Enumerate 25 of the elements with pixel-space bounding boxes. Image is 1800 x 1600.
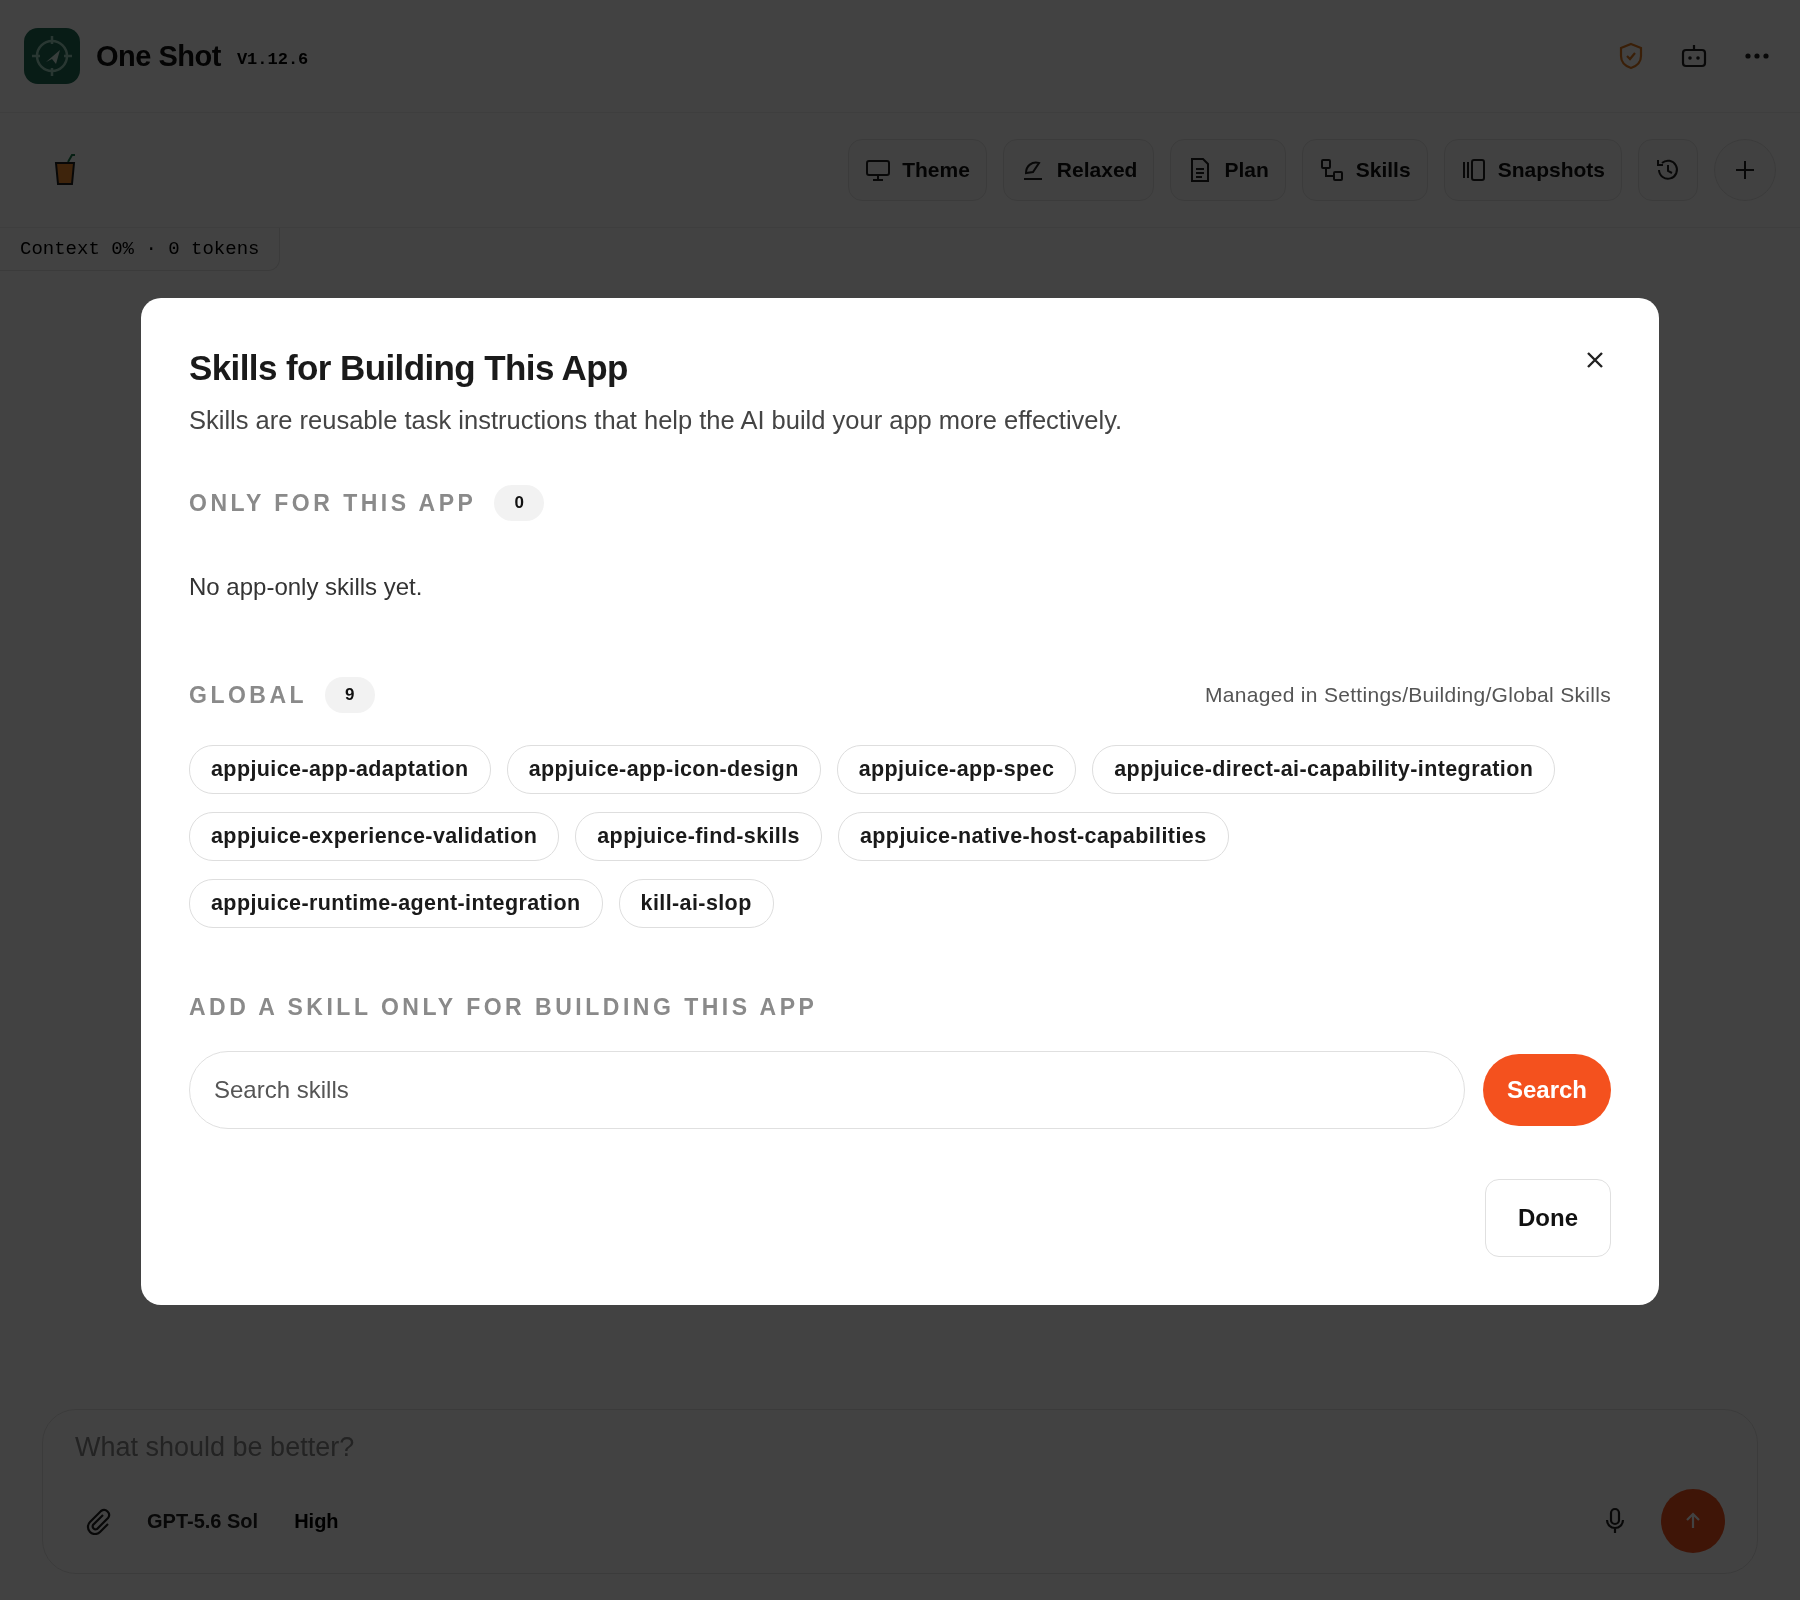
search-button[interactable]: Search [1482,1054,1611,1126]
close-icon [1585,350,1605,370]
dialog-description: Skills are reusable task instructions that help the AI build your app more effectively. [189,406,1124,435]
app-name: One Shot [96,39,221,73]
done-button[interactable]: Done [1485,1179,1611,1257]
count-badge: 0 [494,485,544,521]
skill-chip: appjuice-app-spec [836,745,1077,794]
skill-chip: appjuice-runtime-agent-integration [189,879,603,928]
skill-chip: appjuice-direct-ai-capability-integration [1092,745,1556,794]
section-heading: ONLY FOR THIS APP [189,489,477,517]
app-version: V1.12.6 [236,49,309,69]
skill-chip: appjuice-find-skills [575,812,822,861]
skill-chip: kill-ai-slop [618,879,774,928]
search-field[interactable]: Search skills [189,1051,1465,1129]
skill-chip: appjuice-experience-validation [189,812,560,861]
skill-chip: appjuice-native-host-capabilities [838,812,1229,861]
managed-note: Managed in Settings/Building/Global Skills [1205,683,1611,707]
empty-message: No app-only skills yet. [189,573,424,601]
effort-selector[interactable]: High [294,1509,339,1533]
dialog-title: Skills for Building This App [189,348,628,388]
skill-chip: appjuice-app-icon-design [506,745,821,794]
section-heading: ADD A SKILL ONLY FOR BUILDING THIS APP [189,994,818,1021]
skill-chip: appjuice-app-adaptation [189,745,491,794]
section-heading: GLOBAL [189,681,308,709]
count-badge: 9 [325,677,375,713]
